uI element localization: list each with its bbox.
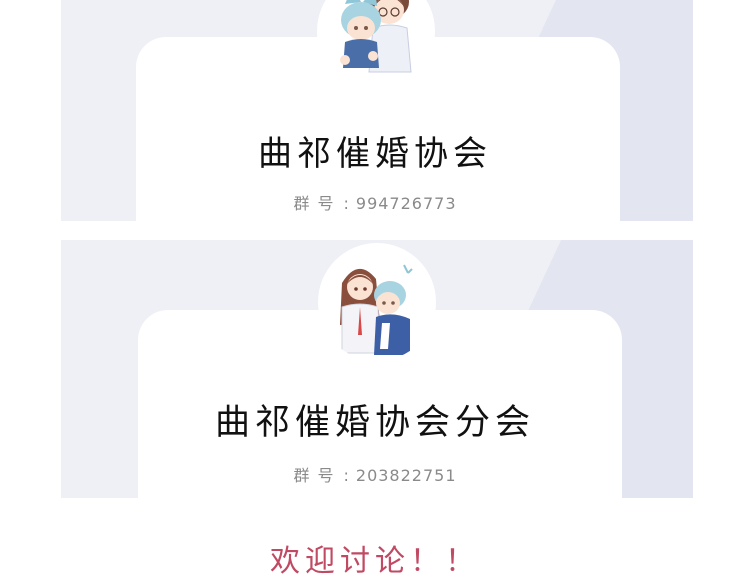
group-id-number[interactable]: 203822751	[356, 466, 457, 485]
chibi-characters-illustration	[340, 264, 413, 355]
group-avatar-2	[318, 243, 436, 361]
group-name-2: 曲祁催婚协会分会	[214, 403, 535, 443]
group-id-separator: :	[343, 466, 350, 485]
group-id-number[interactable]: 994726773	[356, 194, 457, 213]
group-id-separator: :	[343, 194, 350, 213]
group-name-1: 曲祁催婚协会	[258, 134, 492, 174]
group-panel-2	[61, 240, 693, 498]
group-id-1: 群号:994726773	[0, 190, 750, 214]
group-id-2: 群号:203822751	[0, 462, 750, 486]
group-panel-1	[61, 0, 693, 221]
welcome-message: 欢迎讨论！！	[270, 544, 480, 579]
group-id-label: 群号	[293, 194, 342, 213]
group-id-label: 群号	[293, 466, 342, 485]
